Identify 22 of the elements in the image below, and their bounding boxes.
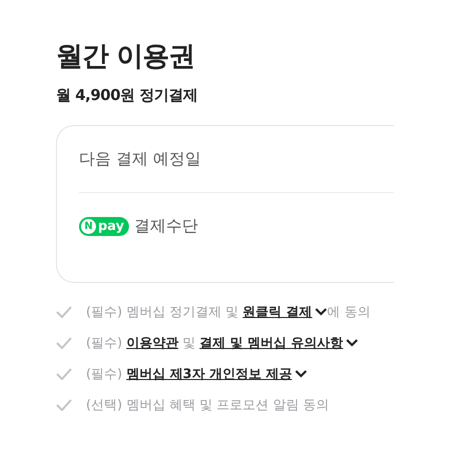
next-payment-label: 다음 결제 예정일 bbox=[79, 148, 202, 170]
agreement-text: (필수) 멤버십 제3자 개인정보 제공 bbox=[86, 365, 307, 383]
chevron-down-icon bbox=[315, 308, 328, 316]
expand-button[interactable] bbox=[312, 308, 328, 316]
npay-badge: N pay bbox=[79, 216, 130, 236]
page-title: 월간 이용권 bbox=[56, 40, 196, 74]
check-icon[interactable] bbox=[56, 306, 72, 318]
check-icon[interactable] bbox=[56, 368, 72, 380]
payment-method-label: 결제수단 bbox=[134, 216, 198, 236]
check-icon[interactable] bbox=[56, 337, 72, 349]
chevron-down-icon bbox=[346, 339, 358, 347]
check-icon[interactable] bbox=[56, 399, 72, 411]
expand-button[interactable] bbox=[343, 339, 358, 347]
price-text: 월 4,900원 정기결제 bbox=[56, 86, 198, 105]
agreement-text: (선택) 멤버십 혜택 및 프로모션 알림 동의 bbox=[86, 397, 329, 414]
agreement-link[interactable]: 멤버십 제3자 개인정보 제공 bbox=[126, 365, 292, 383]
chevron-down-icon bbox=[294, 370, 307, 378]
agreement-text: (필수) 이용약관 및 결제 및 멤버십 유의사항 bbox=[86, 334, 358, 352]
agreement-link[interactable]: 결제 및 멤버십 유의사항 bbox=[200, 334, 344, 352]
agreement-link[interactable]: 이용약관 bbox=[126, 334, 178, 352]
agreement-link[interactable]: 원클릭 결제 bbox=[242, 303, 312, 321]
agreement-text: (필수) 멤버십 정기결제 및 원클릭 결제 에 동의 bbox=[86, 303, 370, 321]
